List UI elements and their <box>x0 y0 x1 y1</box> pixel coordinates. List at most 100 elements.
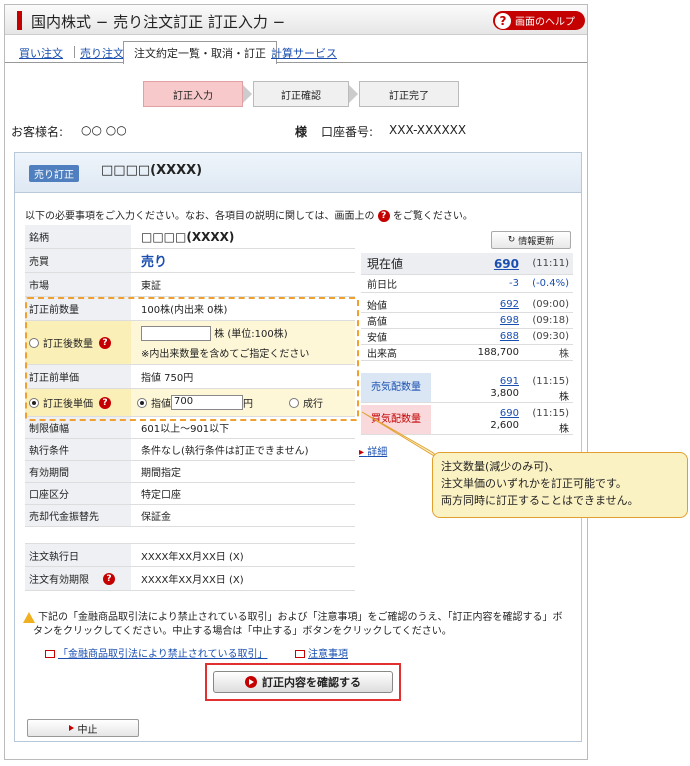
intro-tail: をご覧ください。 <box>392 211 473 222</box>
callout-line1: 注文数量(減少のみ可)、 <box>441 460 560 473</box>
market-value: 東証 <box>141 281 161 292</box>
account-label: 口座番号: <box>321 125 374 139</box>
header-accent <box>17 11 22 30</box>
order-panel: 売り訂正 □□□□(XXXX) 以下の必要事項をご入力ください。なお、各項目の説… <box>14 152 582 742</box>
high-label: 高値 <box>367 317 387 328</box>
change-label: 前日比 <box>367 280 397 291</box>
limit-radio[interactable] <box>137 397 147 408</box>
question-icon[interactable]: ? <box>99 336 111 349</box>
high-time: (09:18) <box>532 315 569 326</box>
pre-price-value: 指値 750円 <box>141 373 194 384</box>
ask-time: (11:15) <box>532 376 569 387</box>
document-icon <box>295 650 305 658</box>
refresh-button[interactable]: ↻ 情報更新 <box>491 231 571 249</box>
open-label: 始値 <box>367 301 387 312</box>
volume-unit: 株 <box>559 349 569 360</box>
confirm-label: 訂正内容を確認する <box>262 676 361 689</box>
row-expiry: 注文有効期限 ? XXXX年XX月XX日 (X) <box>25 567 355 591</box>
help-label: 画面のヘルプ <box>515 17 575 28</box>
stock-value: □□□□(XXXX) <box>141 229 235 244</box>
pre-qty-value: 100株(内出来 0株) <box>141 305 228 316</box>
step-input: 訂正入力 <box>143 81 243 107</box>
change-pct: (-0.4%) <box>532 278 569 289</box>
post-qty-label-cell: 訂正後数量 ? <box>25 321 131 364</box>
page-header: 国内株式 − 売り注文訂正 訂正入力 − ? 画面のヘルプ <box>5 5 587 35</box>
limit-range-value: 601以上〜901以下 <box>141 424 230 435</box>
document-icon <box>45 650 55 658</box>
expiry-value: XXXX年XX月XX日 (X) <box>141 575 244 586</box>
confirm-button[interactable]: 訂正内容を確認する <box>213 671 393 693</box>
exec-date-value: XXXX年XX月XX日 (X) <box>141 551 244 563</box>
ask-price[interactable]: 691 <box>500 376 519 387</box>
question-icon[interactable]: ? <box>103 572 115 585</box>
tab-bar: 買い注文 売り注文 注文約定一覧・取消・訂正 計算サービス <box>5 41 587 64</box>
notice-text: 下記の「金融商品取引法により禁止されている取引」および「注意事項」をご確認のうえ… <box>23 611 579 639</box>
transfer-value: 保証金 <box>141 512 171 523</box>
exec-cond-value: 条件なし(執行条件は訂正できません) <box>141 446 309 457</box>
cancel-button[interactable]: 中止 <box>27 719 139 737</box>
market-order-radio[interactable] <box>289 397 299 408</box>
row-pre-price: 訂正前単価 指値 750円 <box>25 365 355 389</box>
warning-icon <box>23 611 35 623</box>
prohibited-trades-link[interactable]: 「金融商品取引法により禁止されている取引」 <box>45 645 268 660</box>
question-icon: ? <box>377 210 390 222</box>
row-side: 売買 売り <box>25 249 355 273</box>
step-confirm: 訂正確認 <box>253 81 349 107</box>
account-type-label: 口座区分 <box>25 483 131 504</box>
low-value[interactable]: 688 <box>500 329 519 344</box>
limit-unit: 円 <box>243 399 253 410</box>
limit-label: 指値 <box>151 399 171 410</box>
help-button[interactable]: ? 画面のヘルプ <box>493 11 585 30</box>
transfer-label: 売却代金振替先 <box>25 505 131 526</box>
ask-label: 売気配数量 <box>361 373 431 402</box>
market-label: 市場 <box>25 273 131 296</box>
row-post-qty: 訂正後数量 ? 株 (単位:100株) ※内出来数量を含めてご指定ください <box>25 321 355 365</box>
notes-link[interactable]: 注意事項 <box>295 645 348 660</box>
quote-change: 前日比 -3 (-0.4%) <box>361 275 573 293</box>
question-icon[interactable]: ? <box>99 396 111 409</box>
exec-date-label: 注文執行日 <box>25 544 131 566</box>
step-arrow <box>243 85 252 103</box>
row-pre-qty: 訂正前数量 100株(内出来 0株) <box>25 297 355 321</box>
customer-honorific: 様 <box>295 125 308 139</box>
post-price-label: 訂正後単価 <box>43 399 93 410</box>
price-value[interactable]: 690 <box>494 253 519 274</box>
confirm-highlight: 訂正内容を確認する <box>205 663 401 701</box>
high-value[interactable]: 698 <box>500 313 519 328</box>
expiry-label: 注文有効期限 <box>29 575 89 586</box>
stock-label: 銘柄 <box>25 225 131 248</box>
cancel-label: 中止 <box>77 724 98 736</box>
quote-open: 始値 692 (09:00) <box>361 297 573 313</box>
side-value: 売り <box>141 255 168 270</box>
limit-price-input[interactable]: 700 <box>171 395 243 410</box>
tab-orders[interactable]: 注文約定一覧・取消・訂正 <box>123 41 277 64</box>
quote-volume: 出来高 188,700 株 <box>361 345 573 361</box>
callout-tooltip: 注文数量(減少のみ可)、 注文単価のいずれかを訂正可能です。 両方同時に訂正する… <box>432 452 688 518</box>
callout-line3: 両方同時に訂正することはできません。 <box>441 494 639 507</box>
post-qty-input[interactable] <box>141 326 211 342</box>
notes-label: 注意事項 <box>308 649 348 660</box>
volume-value: 188,700 <box>477 347 519 358</box>
tab-buy[interactable]: 買い注文 <box>19 45 63 61</box>
panel-stock-name: □□□□(XXXX) <box>101 163 203 178</box>
callout-line2: 注文単価のいずれかを訂正可能です。 <box>441 477 627 490</box>
tab-simulation[interactable]: 計算サービス <box>271 45 337 61</box>
exec-cond-label: 執行条件 <box>25 439 131 460</box>
intro-main: 以下の必要事項をご入力ください。なお、各項目の説明に関しては、画面上の <box>25 211 375 222</box>
tab-sell[interactable]: 売り注文 <box>80 45 124 61</box>
open-value[interactable]: 692 <box>500 297 519 312</box>
play-icon <box>245 676 257 688</box>
account-number: XXX-XXXXXX <box>389 123 467 137</box>
post-qty-radio[interactable] <box>29 337 39 348</box>
expiry-label-cell: 注文有効期限 ? <box>25 567 131 590</box>
post-qty-label: 訂正後数量 <box>43 339 93 350</box>
row-limit-range: 制限値幅 601以上〜901以下 <box>25 417 355 439</box>
notice-line1: 下記の「金融商品取引法により禁止されている取引」および「注意事項」をご確認のうえ… <box>38 612 563 623</box>
change-value: -3 <box>509 278 519 289</box>
quote-price: 現在値 690 (11:11) <box>361 253 573 275</box>
post-qty-note: ※内出来数量を含めてご指定ください <box>141 349 310 361</box>
bid-price[interactable]: 690 <box>500 408 519 419</box>
side-label: 売買 <box>25 249 131 272</box>
post-price-radio[interactable] <box>29 397 39 408</box>
open-time: (09:00) <box>532 299 569 310</box>
